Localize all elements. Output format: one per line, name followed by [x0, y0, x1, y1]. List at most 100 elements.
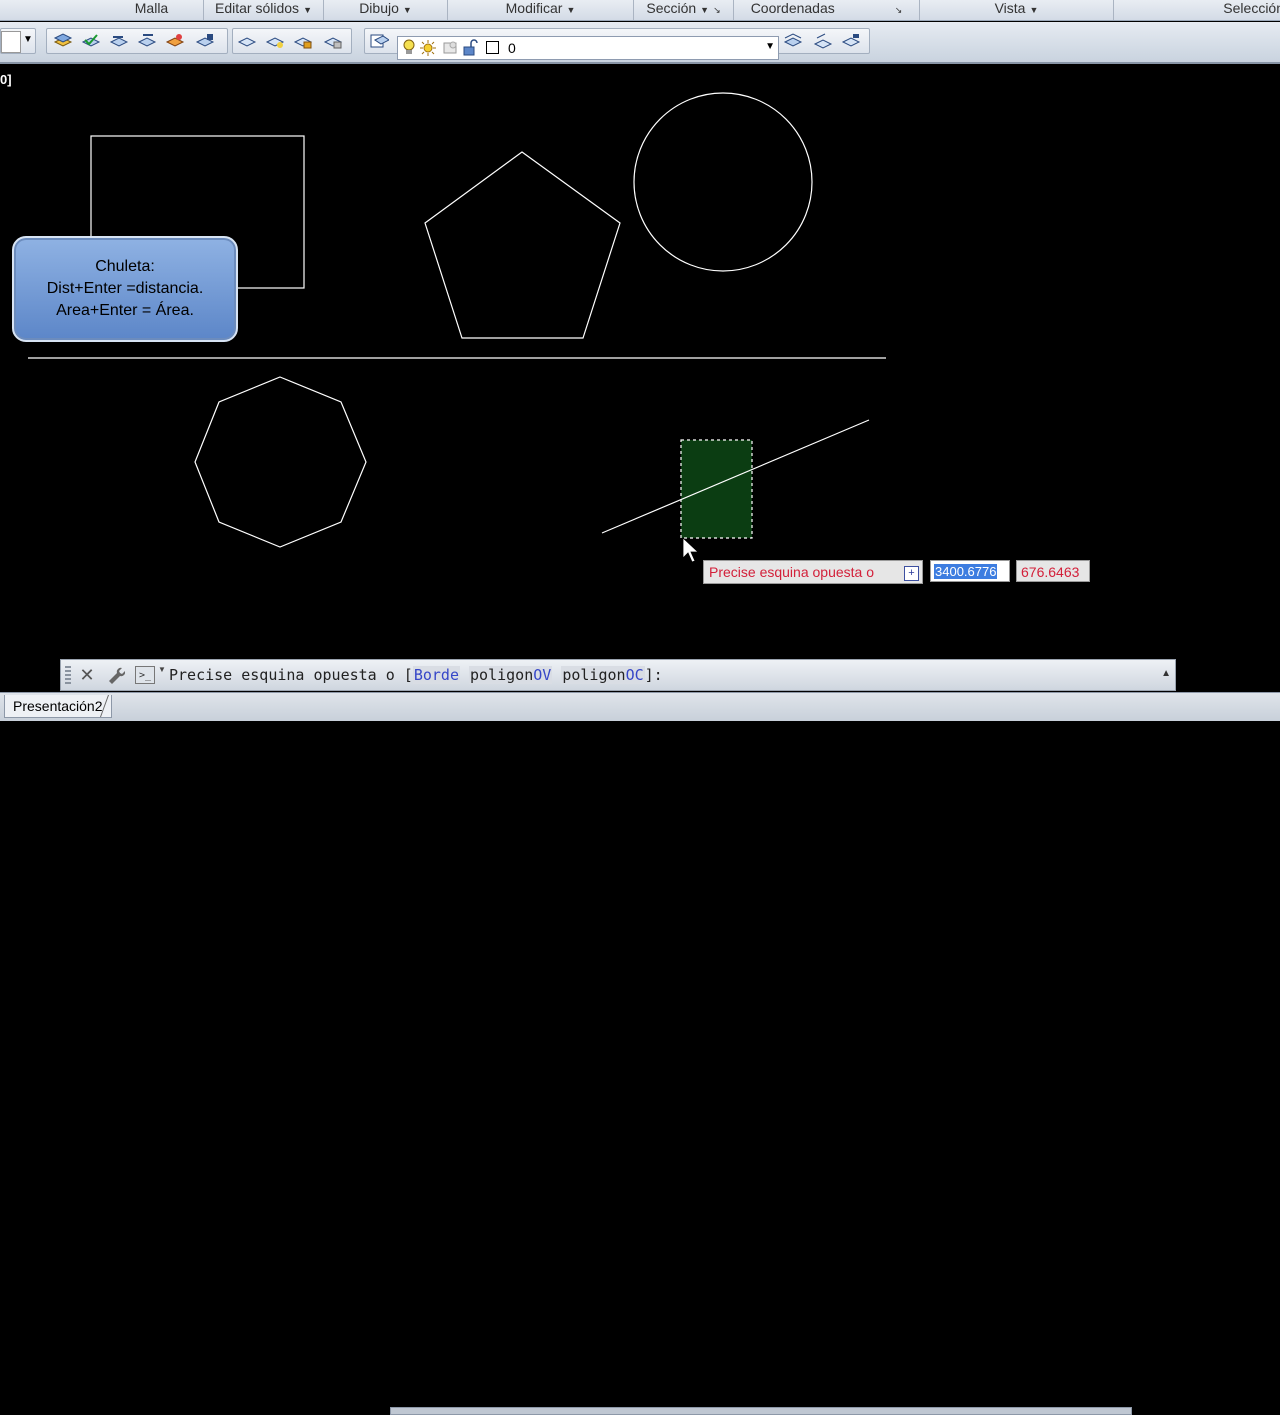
- layer-control-group: 0 ▼: [364, 28, 870, 60]
- layer-set-current-button[interactable]: [81, 32, 103, 52]
- expand-options-icon[interactable]: +: [904, 566, 919, 581]
- panel-label: Modificar: [505, 0, 563, 16]
- style-combo[interactable]: ▼: [0, 28, 36, 54]
- chevron-down-icon[interactable]: ▼: [765, 41, 775, 52]
- layer-dropdown[interactable]: 0 ▼: [397, 36, 779, 60]
- mouse-cursor-icon: [682, 537, 700, 563]
- layer-delete-button[interactable]: [841, 32, 863, 52]
- grip-handle-icon[interactable]: [65, 666, 71, 686]
- layer-unlock-button[interactable]: [323, 32, 345, 52]
- command-line: ✕ >_ ▼ Precise esquina opuesta o [Borde …: [60, 659, 1176, 691]
- tab-presentacion2[interactable]: Presentación2: [4, 695, 112, 718]
- layer-merge-icon: [813, 33, 833, 49]
- unlock-icon: [323, 37, 343, 49]
- dynamic-input-prompt: Precise esquina opuesta o +: [703, 560, 923, 584]
- option-label: Borde: [413, 666, 459, 684]
- layer-isolate-button[interactable]: [165, 32, 187, 52]
- viewport-freeze-icon[interactable]: [442, 39, 458, 62]
- scroll-up-icon[interactable]: ▲: [1161, 668, 1171, 679]
- circle-shape[interactable]: [633, 92, 813, 272]
- layer-walk-button[interactable]: [783, 32, 805, 52]
- panel-editar-solidos[interactable]: Editar sólidos ▼: [204, 0, 324, 20]
- style-combo-field[interactable]: [1, 31, 21, 53]
- panel-label: Dibujo: [359, 0, 399, 16]
- wrench-icon[interactable]: [105, 665, 126, 685]
- layers-toolbar: ▼ 0 ▼: [0, 22, 1280, 64]
- ribbon-panel-bar: Malla Editar sólidos ▼ Dibujo ▼ Modificar ▼…: [0, 0, 1280, 21]
- layer-merge-button[interactable]: [813, 32, 835, 52]
- panel-label: Malla: [134, 0, 169, 16]
- option-poligonov[interactable]: poligonOV: [469, 666, 553, 684]
- chevron-down-icon[interactable]: ▼: [158, 665, 166, 674]
- panel-seleccion[interactable]: Selección: [1114, 0, 1280, 20]
- panel-seccion[interactable]: Sección ▼ ↘: [634, 0, 734, 20]
- layer-off-button[interactable]: [265, 32, 287, 52]
- command-prompt-icon[interactable]: >_: [135, 666, 155, 684]
- panel-vista[interactable]: Vista ▼: [920, 0, 1114, 20]
- horizontal-scrollbar[interactable]: [390, 1407, 1132, 1415]
- layer-manager-button[interactable]: [369, 32, 391, 52]
- launcher-arrow-icon: ↘: [894, 5, 903, 15]
- layer-delete-icon: [841, 34, 861, 47]
- panel-label: Coordenadas: [750, 0, 835, 16]
- layer-color-swatch[interactable]: [486, 41, 499, 54]
- dropdown-arrow-icon: ▼: [1029, 5, 1039, 15]
- panel-coordenadas[interactable]: Coordenadas ↘: [734, 0, 920, 20]
- option-poligonoc[interactable]: poligonOC: [561, 666, 645, 684]
- option-key: OC: [625, 666, 644, 684]
- dynamic-input-x-field[interactable]: 3400.6776: [930, 560, 1010, 582]
- layer-lock-button[interactable]: [293, 32, 315, 52]
- command-suffix: ]:: [644, 666, 663, 684]
- option-borde[interactable]: Borde: [412, 666, 460, 684]
- layer-freeze-button[interactable]: [237, 32, 259, 52]
- panel-modificar[interactable]: Modificar ▼: [448, 0, 634, 20]
- layer-manager-icon: [370, 34, 390, 48]
- layer-properties-button[interactable]: [53, 32, 75, 52]
- octagon-shape[interactable]: [194, 376, 367, 548]
- chevron-down-icon: ▼: [23, 34, 33, 45]
- command-text[interactable]: Precise esquina opuesta o [Borde poligon…: [169, 666, 663, 684]
- layer-check-icon: [81, 34, 101, 47]
- layer-match-button[interactable]: [109, 32, 131, 52]
- layer-off-icon: [265, 37, 285, 48]
- pentagon-shape[interactable]: [424, 151, 621, 339]
- dynamic-input-y-field[interactable]: 676.6463: [1016, 560, 1090, 582]
- panel-label: Editar sólidos: [215, 0, 300, 16]
- dropdown-arrow-icon: ▼: [566, 5, 576, 15]
- dropdown-arrow-icon: ▼: [700, 5, 710, 15]
- callout-line-area: Area+Enter = Área.: [56, 302, 194, 319]
- layer-tools-group: [46, 28, 228, 54]
- sun-icon[interactable]: [420, 39, 436, 62]
- callout-title: Chuleta:: [95, 258, 155, 275]
- dropdown-arrow-icon: ▼: [402, 5, 412, 15]
- unlock-icon[interactable]: [462, 39, 478, 62]
- lightbulb-icon[interactable]: [402, 39, 416, 62]
- layer-unisolate-icon: [195, 34, 215, 47]
- layer-freeze-icon: [237, 37, 257, 47]
- layer-name: 0: [508, 40, 516, 56]
- layer-walk-icon: [783, 33, 803, 47]
- layer-stack-icon: [53, 33, 73, 47]
- close-icon[interactable]: ✕: [77, 665, 97, 685]
- cheat-sheet-callout: Chuleta: Dist+Enter =distancia. Area+Ent…: [12, 236, 238, 342]
- layout-tabs: Presentación2: [0, 692, 1280, 1415]
- layer-previous-icon: [137, 34, 157, 47]
- option-label: poligon: [562, 666, 626, 684]
- panel-malla[interactable]: Malla: [100, 0, 204, 20]
- dropdown-arrow-icon: ▼: [303, 5, 312, 15]
- panel-dibujo[interactable]: Dibujo ▼: [324, 0, 448, 20]
- layer-match-icon: [109, 36, 129, 47]
- layer-isolate-icon: [165, 34, 185, 47]
- command-prefix: Precise esquina opuesta o [: [169, 666, 413, 684]
- panel-label: Vista: [994, 0, 1026, 16]
- panel-label: Selección: [1223, 0, 1280, 16]
- option-label: poligon: [470, 666, 534, 684]
- layer-unisolate-button[interactable]: [195, 32, 217, 52]
- y-coordinate-value: 676.6463: [1021, 564, 1080, 580]
- panel-label: Sección: [646, 0, 697, 16]
- selection-window: [680, 439, 753, 539]
- option-key: OV: [533, 666, 552, 684]
- callout-line-distance: Dist+Enter =distancia.: [46, 280, 204, 297]
- launcher-arrow-icon: ↘: [713, 5, 721, 15]
- layer-previous-button[interactable]: [137, 32, 159, 52]
